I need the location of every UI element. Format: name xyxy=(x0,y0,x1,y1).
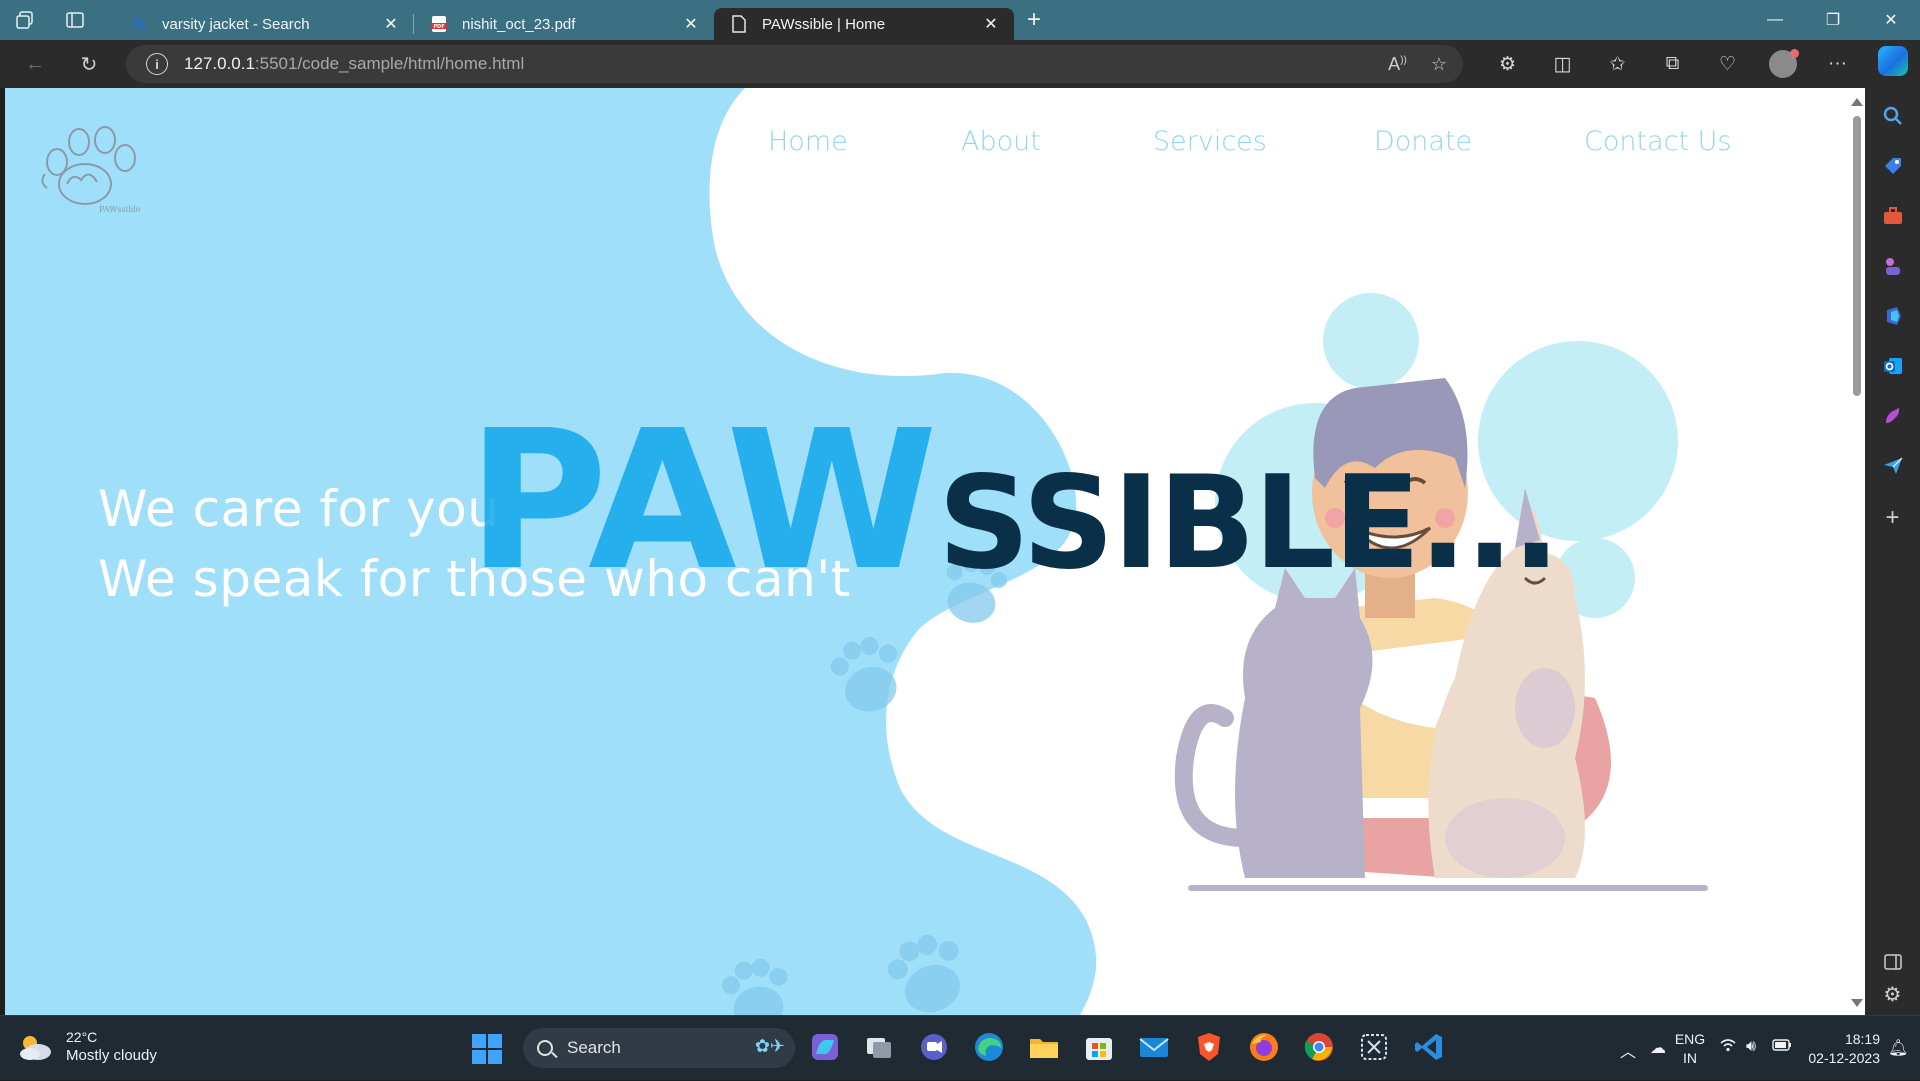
tab-title: PAWssible | Home xyxy=(762,15,886,33)
nav-about-link[interactable]: About xyxy=(961,126,1041,157)
restore-icon[interactable]: ❐ xyxy=(1804,0,1862,40)
browser-toolbar: ← ↻ i 127.0.0.1:5501/code_sample/html/ho… xyxy=(0,40,1920,88)
battery-icon[interactable] xyxy=(1772,1038,1792,1056)
vscode-icon[interactable] xyxy=(1412,1030,1446,1064)
taskbar-search-label: Search xyxy=(567,1038,621,1057)
task-view-icon[interactable] xyxy=(862,1030,896,1064)
clock-time: 18:19 xyxy=(1844,1031,1880,1047)
tab-title: nishit_oct_23.pdf xyxy=(462,15,576,33)
start-button[interactable] xyxy=(472,1034,502,1064)
collections-icon[interactable]: ⧉ xyxy=(1645,40,1700,88)
close-tab-icon[interactable]: ✕ xyxy=(680,14,702,34)
games-icon[interactable] xyxy=(1865,246,1920,286)
clock-date: 02-12-2023 xyxy=(1808,1050,1880,1066)
brand-heading: PAWSSIBLE... xyxy=(467,406,1561,598)
show-hidden-icons-chevron-icon[interactable]: ︿ xyxy=(1620,1038,1636,1062)
weather-temp: 22°C xyxy=(66,1029,98,1045)
tab-search[interactable]: varsity jacket - Search ✕ xyxy=(114,8,414,40)
windows-taskbar: 22°C Mostly cloudy Search ✿✈ ︿ ☁ ENG IN … xyxy=(0,1015,1920,1080)
chrome-icon[interactable] xyxy=(1302,1030,1336,1064)
close-tab-icon[interactable]: ✕ xyxy=(980,14,1002,34)
tools-icon[interactable] xyxy=(1865,196,1920,236)
favorite-star-icon[interactable]: ☆ xyxy=(1431,54,1447,75)
language-indicator[interactable]: ENG IN xyxy=(1670,1030,1710,1068)
search-highlight-icon: ✿✈ xyxy=(754,1036,785,1056)
weather-condition: Mostly cloudy xyxy=(66,1047,157,1064)
pdf-icon: PDF xyxy=(430,15,448,33)
favorites-icon[interactable]: ✩ xyxy=(1590,40,1645,88)
edge-sidebar: + ⚙ xyxy=(1865,88,1920,1015)
microsoft-365-icon[interactable] xyxy=(1865,296,1920,336)
snipping-tool-icon[interactable] xyxy=(1357,1030,1391,1064)
url-host: 127.0.0.1 xyxy=(184,54,255,73)
address-bar[interactable]: i 127.0.0.1:5501/code_sample/html/home.h… xyxy=(126,45,1463,83)
tab-strip: varsity jacket - Search ✕ PDF nishit_oct… xyxy=(0,0,1920,40)
back-icon[interactable]: ← xyxy=(8,40,62,88)
minimize-icon[interactable]: — xyxy=(1746,0,1804,40)
refresh-icon[interactable]: ↻ xyxy=(62,40,116,88)
firefox-icon[interactable] xyxy=(1247,1030,1281,1064)
scroll-down-icon[interactable] xyxy=(1851,999,1863,1007)
profile-avatar[interactable] xyxy=(1755,40,1810,88)
microsoft-store-icon[interactable] xyxy=(1082,1030,1116,1064)
close-window-icon[interactable]: ✕ xyxy=(1862,0,1920,40)
nav-donate-link[interactable]: Donate xyxy=(1374,126,1472,157)
page-viewport: PAWssible Home About Services Donate Con… xyxy=(5,88,1865,1015)
clock[interactable]: 18:19 02-12-2023 xyxy=(1800,1030,1880,1068)
nav-contact-link[interactable]: Contact Us xyxy=(1584,126,1731,157)
cloudy-weather-icon xyxy=(20,1036,51,1060)
notifications-bell-icon[interactable]: 🔔︎ xyxy=(1888,1038,1908,1058)
site-info-icon[interactable]: i xyxy=(146,53,168,75)
url-path: :5501/code_sample/html/home.html xyxy=(254,54,525,73)
designer-icon[interactable] xyxy=(1865,396,1920,436)
edge-browser-icon[interactable] xyxy=(972,1030,1006,1064)
page-icon xyxy=(730,15,748,33)
shopping-tag-icon[interactable] xyxy=(1865,146,1920,186)
nav-services-link[interactable]: Services xyxy=(1153,126,1267,157)
copilot-preview-app-icon[interactable] xyxy=(808,1030,842,1064)
scroll-thumb[interactable] xyxy=(1853,116,1861,396)
brand-ssible: SSIBLE... xyxy=(937,449,1561,598)
extensions-icon[interactable]: ⚙ xyxy=(1480,40,1535,88)
region-code: IN xyxy=(1683,1050,1697,1066)
read-aloud-icon[interactable]: A)) xyxy=(1388,54,1407,75)
close-tab-icon[interactable]: ✕ xyxy=(380,14,402,34)
brave-browser-icon[interactable] xyxy=(1192,1030,1226,1064)
scroll-up-icon[interactable] xyxy=(1851,98,1863,106)
search-icon xyxy=(537,1040,553,1056)
onedrive-cloud-icon[interactable]: ☁ xyxy=(1650,1038,1666,1058)
tab-pdf[interactable]: PDF nishit_oct_23.pdf ✕ xyxy=(413,8,714,40)
language-code: ENG xyxy=(1674,1031,1706,1047)
outlook-icon[interactable] xyxy=(1865,346,1920,386)
workspaces-icon[interactable] xyxy=(0,0,50,40)
sidebar-settings-icon[interactable]: ⚙ xyxy=(1865,974,1920,1014)
add-sidebar-app-icon[interactable]: + xyxy=(1865,498,1920,538)
weather-widget[interactable]: 22°C Mostly cloudy xyxy=(18,1028,157,1066)
search-icon xyxy=(130,15,148,33)
page-scrollbar[interactable] xyxy=(1848,88,1865,1015)
brand-paw: PAW xyxy=(467,390,938,613)
mail-icon[interactable] xyxy=(1137,1030,1171,1064)
tab-title: varsity jacket - Search xyxy=(162,15,310,33)
tagline-line-1: We care for you xyxy=(98,480,500,538)
wifi-icon[interactable] xyxy=(1720,1038,1736,1057)
main-nav: Home About Services Donate Contact Us xyxy=(5,126,1865,166)
new-tab-button[interactable]: + xyxy=(1014,0,1054,40)
teams-chat-icon[interactable] xyxy=(917,1030,951,1064)
send-icon[interactable] xyxy=(1865,446,1920,486)
browser-essentials-icon[interactable]: ♡ xyxy=(1700,40,1755,88)
copilot-logo-icon[interactable] xyxy=(1878,46,1908,76)
logo-text: PAWssible xyxy=(99,205,141,214)
file-explorer-icon[interactable] xyxy=(1027,1030,1061,1064)
svg-text:PDF: PDF xyxy=(433,24,444,30)
taskbar-search[interactable]: Search ✿✈ xyxy=(523,1028,795,1068)
nav-home-link[interactable]: Home xyxy=(768,126,848,157)
more-menu-icon[interactable]: ··· xyxy=(1810,40,1865,88)
window-controls: — ❐ ✕ xyxy=(1746,0,1920,40)
tab-actions-icon[interactable] xyxy=(50,0,100,40)
tab-pawssible[interactable]: PAWssible | Home ✕ xyxy=(714,8,1014,40)
search-icon[interactable] xyxy=(1865,96,1920,136)
split-screen-icon[interactable]: ◫ xyxy=(1535,40,1590,88)
volume-icon[interactable]: 🔊︎ xyxy=(1746,1038,1756,1056)
